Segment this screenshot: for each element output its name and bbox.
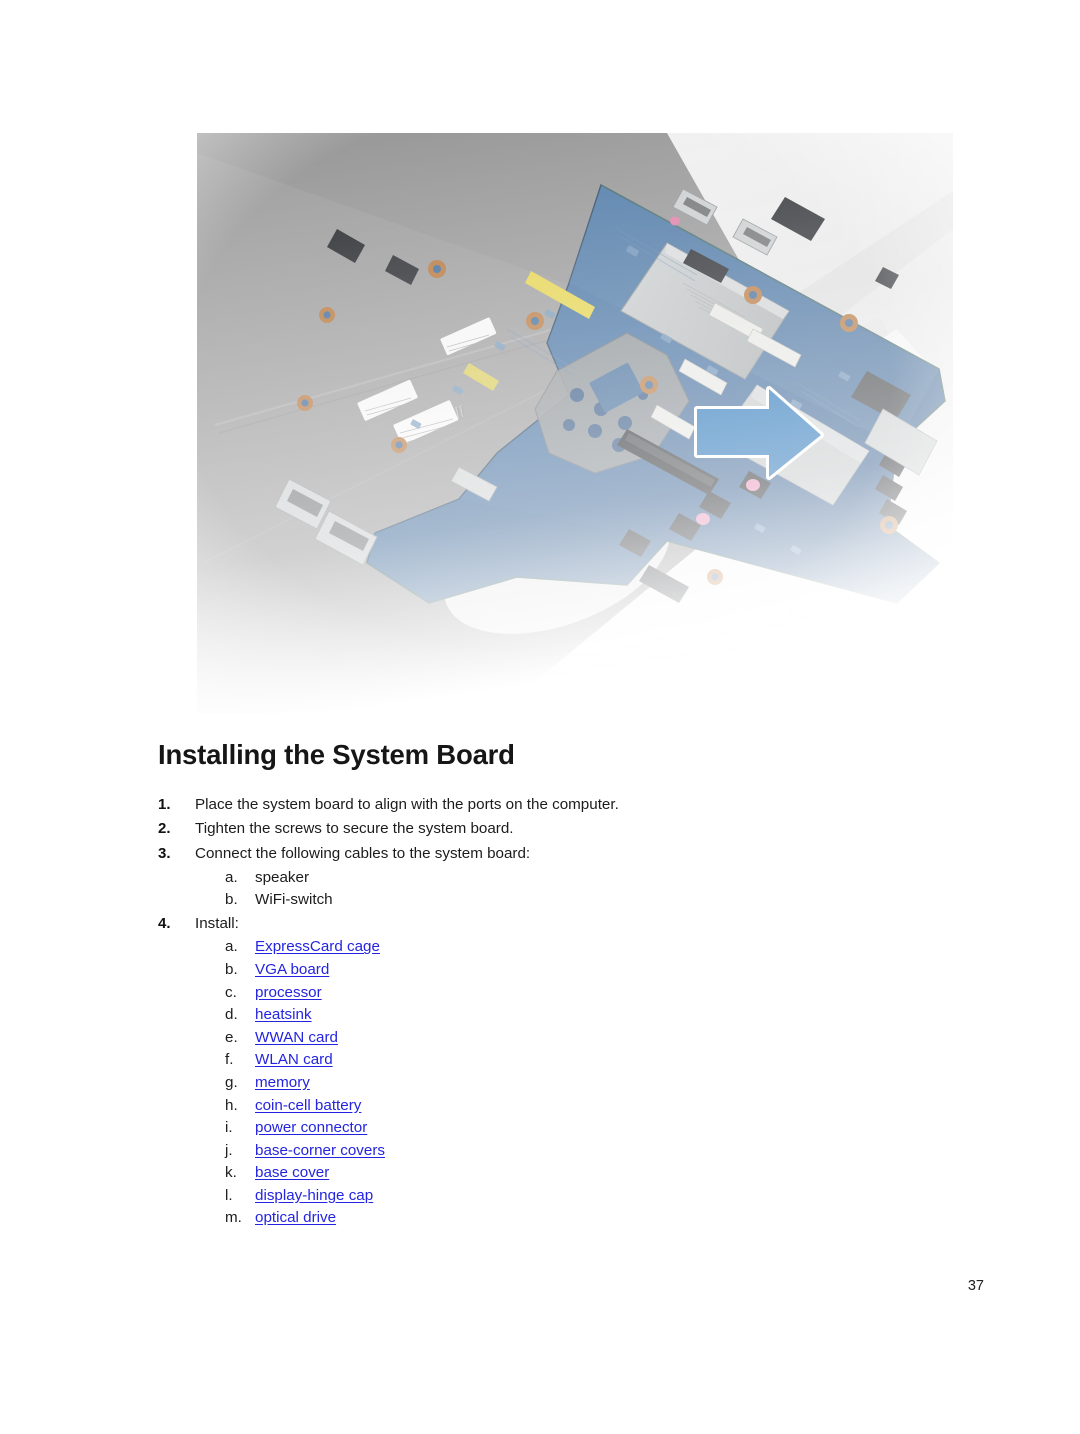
link-wlan-card[interactable]: WLAN card — [255, 1051, 333, 1068]
step-text: Tighten the screws to secure the system … — [195, 820, 514, 838]
substep-marker: f. — [225, 1051, 234, 1069]
step-text: Place the system board to align with the… — [195, 795, 619, 813]
substep-marker: c. — [225, 983, 237, 1001]
link-coin-cell-battery[interactable]: coin-cell battery — [255, 1097, 361, 1114]
step-text: Install: — [195, 914, 239, 932]
substep-text: speaker — [255, 868, 310, 886]
substep-text: WiFi-switch — [255, 891, 333, 909]
substep-item: i. power connector — [225, 1117, 978, 1140]
link-vga-board[interactable]: VGA board — [255, 961, 329, 978]
page-title: Installing the System Board — [158, 739, 515, 770]
step-marker: 2. — [158, 820, 171, 838]
link-heatsink[interactable]: heatsink — [255, 1006, 312, 1023]
substep-marker: b. — [225, 891, 238, 909]
substep-item: j. base-corner covers — [225, 1140, 978, 1163]
step-item: 2. Tighten the screws to secure the syst… — [158, 817, 978, 842]
step-marker: 4. — [158, 914, 171, 932]
substep-item: a. ExpressCard cage — [225, 936, 978, 959]
substep-item: f. WLAN card — [225, 1049, 978, 1072]
link-base-corner-covers[interactable]: base-corner covers — [255, 1142, 385, 1159]
step-item: 3. Connect the following cables to the s… — [158, 842, 978, 912]
substep-item: c. processor — [225, 982, 978, 1005]
link-display-hinge-cap[interactable]: display-hinge cap — [255, 1187, 373, 1204]
substep-marker: k. — [225, 1164, 237, 1182]
substep-item: h. coin-cell battery — [225, 1095, 978, 1118]
substep-item: m. optical drive — [225, 1207, 978, 1230]
substep-item: b. WiFi-switch — [225, 889, 978, 912]
photo-vignette — [197, 133, 953, 713]
substeps-list: a. speaker b. WiFi-switch — [195, 867, 978, 912]
link-wwan-card[interactable]: WWAN card — [255, 1029, 338, 1046]
substep-marker: m. — [225, 1209, 242, 1227]
step-item: 4. Install: a. ExpressCard cage b. VGA b… — [158, 912, 978, 1230]
substep-item: a. speaker — [225, 867, 978, 890]
link-optical-drive[interactable]: optical drive — [255, 1209, 336, 1226]
link-processor[interactable]: processor — [255, 984, 322, 1001]
substep-item: k. base cover — [225, 1162, 978, 1185]
substep-item: e. WWAN card — [225, 1027, 978, 1050]
installation-steps-list: 1. Place the system board to align with … — [158, 793, 978, 1230]
step-marker: 1. — [158, 795, 171, 813]
substep-marker: b. — [225, 960, 238, 978]
link-power-connector[interactable]: power connector — [255, 1119, 367, 1136]
substep-marker: e. — [225, 1028, 238, 1046]
page-content: Installing the System Board 1. Place the… — [158, 739, 978, 1230]
link-expresscard-cage[interactable]: ExpressCard cage — [255, 938, 380, 955]
link-base-cover[interactable]: base cover — [255, 1164, 329, 1181]
substep-marker: h. — [225, 1096, 238, 1114]
substep-marker: g. — [225, 1073, 238, 1091]
substep-item: b. VGA board — [225, 959, 978, 982]
substep-marker: a. — [225, 868, 238, 886]
step-text: Connect the following cables to the syst… — [195, 844, 531, 862]
substep-item: l. display-hinge cap — [225, 1185, 978, 1208]
substep-item: d. heatsink — [225, 1004, 978, 1027]
substep-marker: i. — [225, 1119, 233, 1137]
step-marker: 3. — [158, 844, 171, 862]
substep-marker: a. — [225, 938, 238, 956]
step-item: 1. Place the system board to align with … — [158, 793, 978, 818]
substep-marker: d. — [225, 1006, 238, 1024]
install-links-list: a. ExpressCard cage b. VGA board c. proc… — [195, 936, 978, 1230]
system-board-illustration: Dell Dell CA-1 — [197, 133, 953, 713]
link-memory[interactable]: memory — [255, 1074, 310, 1091]
page-number: 37 — [967, 1278, 984, 1294]
substep-marker: l. — [225, 1186, 233, 1204]
system-board-figure: Dell Dell CA-1 — [197, 133, 953, 713]
substep-marker: j. — [225, 1141, 233, 1159]
substep-item: g. memory — [225, 1072, 978, 1095]
